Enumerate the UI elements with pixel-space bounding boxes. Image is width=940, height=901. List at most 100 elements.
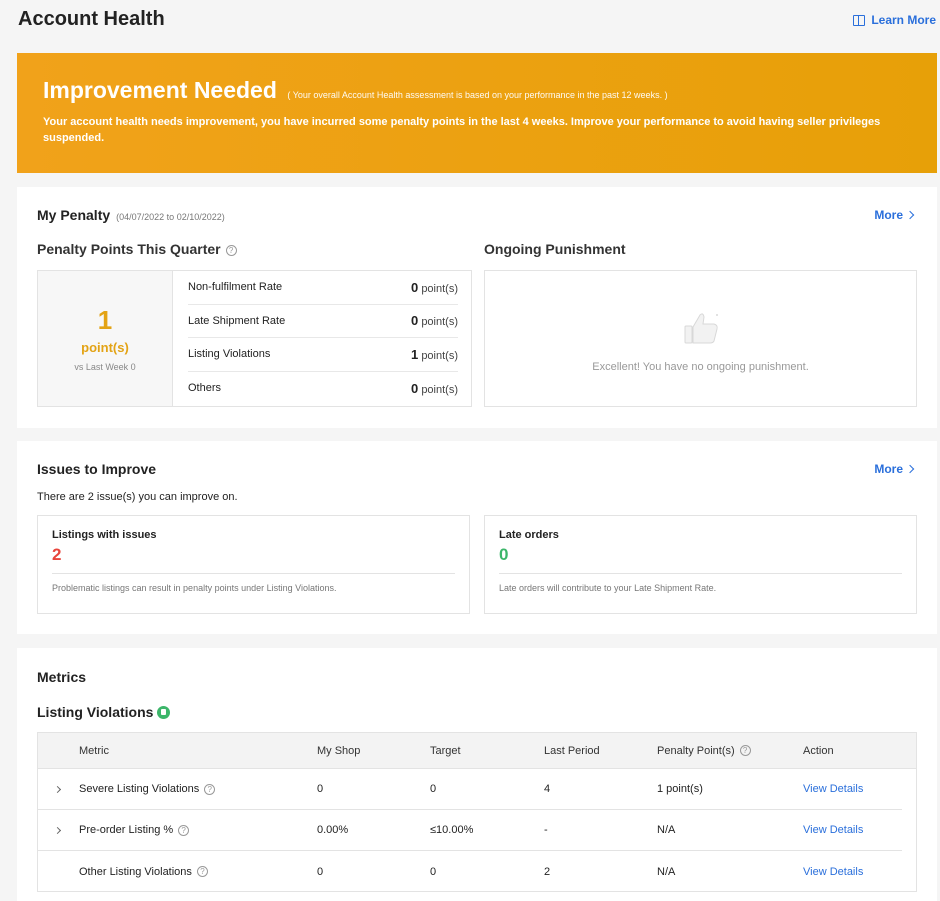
learn-more-label: Learn More: [871, 13, 936, 27]
column-header: Metric: [79, 744, 109, 757]
issue-count: 0: [499, 545, 509, 564]
metric-name: Severe Listing Violations?: [79, 783, 216, 795]
column-header-penalty: Penalty Point(s)?: [657, 745, 751, 757]
metric-name-label: Pre-order Listing %: [79, 824, 174, 836]
issue-note: Late orders will contribute to your Late…: [499, 583, 717, 593]
banner-title: Improvement Needed: [43, 77, 277, 103]
issue-name: Listings with issues: [52, 529, 157, 541]
listing-violations-heading: Listing Violations: [37, 704, 171, 720]
banner-note: ( Your overall Account Health assessment…: [287, 90, 668, 100]
my-shop-value: 0: [317, 783, 324, 795]
divider: [52, 573, 455, 574]
view-details-link[interactable]: View Details: [803, 866, 863, 878]
penalty-row-value: 0: [411, 279, 419, 295]
my-shop-value: 0: [317, 865, 324, 878]
no-punishment-message: Excellent! You have no ongoing punishmen…: [592, 361, 809, 373]
target-value: 0: [430, 783, 437, 795]
my-shop-value: 0.00%: [317, 824, 349, 836]
chevron-right-icon: [905, 210, 915, 220]
penalty-total-unit: point(s): [81, 340, 129, 355]
penalty-more-link[interactable]: More: [874, 208, 915, 222]
penalty-row-unit: point(s): [421, 316, 458, 329]
penalty-row: Others 0 point(s): [188, 372, 458, 406]
book-icon: [853, 14, 866, 26]
column-header: Target: [430, 744, 461, 757]
metrics-card: Metrics Listing Violations Metric My Sho…: [17, 648, 937, 901]
issue-name: Late orders: [499, 529, 559, 541]
column-header: Action: [803, 744, 834, 757]
metrics-heading: Metrics: [37, 669, 87, 685]
last-period-value: 2: [544, 865, 551, 878]
penalty-date-range: (04/07/2022 to 02/10/2022): [116, 212, 225, 222]
help-icon[interactable]: ?: [225, 244, 237, 256]
penalty-more-label: More: [874, 208, 903, 222]
penalty-total-value: 1: [97, 305, 113, 335]
metric-name-label: Other Listing Violations: [79, 865, 192, 878]
target-value: ≤10.00%: [430, 824, 474, 836]
learn-more-link[interactable]: Learn More: [853, 13, 936, 27]
penalty-value: 1 point(s): [657, 783, 703, 795]
help-icon[interactable]: ?: [196, 866, 208, 878]
thumbs-up-badge-icon: [157, 705, 171, 719]
health-status-banner: Improvement Needed ( Your overall Accoun…: [17, 53, 937, 173]
chevron-right-icon: [905, 464, 915, 474]
my-penalty-card: My Penalty (04/07/2022 to 02/10/2022) Mor…: [17, 187, 937, 428]
help-icon[interactable]: ?: [178, 824, 190, 836]
penalty-total-panel: 1 point(s) vs Last Week 0: [38, 271, 173, 406]
issues-card: Issues to Improve More There are 2 issue…: [17, 441, 937, 634]
penalty-breakdown-list: Non-fulfilment Rate 0 point(s) Late Ship…: [188, 271, 458, 405]
penalty-row-unit: point(s): [421, 282, 458, 295]
penalty-points-heading-label: Penalty Points This Quarter: [37, 241, 221, 257]
chevron-right-icon: [53, 785, 62, 794]
issues-heading: Issues to Improve: [37, 461, 157, 477]
table-row: Severe Listing Violations? 0 0 4 1 point…: [38, 769, 902, 810]
view-details-link[interactable]: View Details: [803, 824, 863, 836]
penalty-row-value: 0: [411, 313, 419, 329]
penalty-row-unit: point(s): [421, 349, 458, 362]
column-header: Last Period: [544, 744, 600, 757]
metric-name: Other Listing Violations?: [79, 866, 208, 878]
issues-subtitle: There are 2 issue(s) you can improve on.: [37, 491, 238, 503]
late-orders-card[interactable]: Late orders 0 Late orders will contribut…: [484, 515, 917, 614]
listing-violations-title: Listing Violations: [37, 704, 154, 720]
banner-description: Your account health needs improvement, y…: [43, 116, 881, 144]
metric-name: Pre-order Listing %?: [79, 824, 190, 836]
last-period-value: 4: [544, 783, 551, 795]
penalty-value: N/A: [657, 865, 676, 878]
penalty-row-label: Late Shipment Rate: [188, 314, 286, 327]
penalty-row: Non-fulfilment Rate 0 point(s): [188, 271, 458, 305]
thumbs-up-icon: [684, 313, 718, 344]
my-penalty-title: My Penalty: [37, 207, 111, 223]
column-header-label: Penalty Point(s): [657, 744, 735, 757]
expand-row-button[interactable]: [53, 824, 62, 836]
issue-count: 2: [52, 545, 62, 564]
view-details-link[interactable]: View Details: [803, 783, 863, 795]
penalty-row-label: Listing Violations: [188, 348, 271, 361]
expand-row-button[interactable]: [53, 783, 62, 795]
penalty-row: Late Shipment Rate 0 point(s): [188, 305, 458, 338]
column-header: My Shop: [317, 744, 361, 757]
ongoing-punishment-box: Excellent! You have no ongoing punishmen…: [484, 270, 917, 407]
issue-note: Problematic listings can result in penal…: [52, 583, 337, 593]
issues-more-label: More: [874, 462, 903, 476]
penalty-points-heading: Penalty Points This Quarter?: [37, 241, 237, 257]
help-icon[interactable]: ?: [739, 745, 751, 757]
target-value: 0: [430, 865, 437, 878]
penalty-vs-last-week: vs Last Week 0: [74, 362, 136, 372]
page-title: Account Health: [18, 8, 165, 30]
help-icon[interactable]: ?: [204, 783, 216, 795]
listings-with-issues-card[interactable]: Listings with issues 2 Problematic listi…: [37, 515, 470, 614]
issues-more-link[interactable]: More: [874, 462, 915, 476]
my-penalty-heading: My Penalty (04/07/2022 to 02/10/2022): [37, 207, 225, 223]
table-header: Metric My Shop Target Last Period Penalt…: [38, 733, 916, 769]
metrics-table: Metric My Shop Target Last Period Penalt…: [37, 732, 917, 892]
penalty-row-unit: point(s): [421, 383, 458, 396]
penalty-row-value: 0: [411, 380, 419, 396]
chevron-right-icon: [53, 826, 62, 835]
penalty-value: N/A: [657, 824, 676, 836]
metric-name-label: Severe Listing Violations: [79, 783, 200, 795]
table-row: Other Listing Violations? 0 0 2 N/A View…: [38, 851, 902, 892]
divider: [499, 573, 902, 574]
penalty-points-box: 1 point(s) vs Last Week 0 Non-fulfilment…: [37, 270, 472, 407]
last-period-value: -: [544, 824, 548, 836]
